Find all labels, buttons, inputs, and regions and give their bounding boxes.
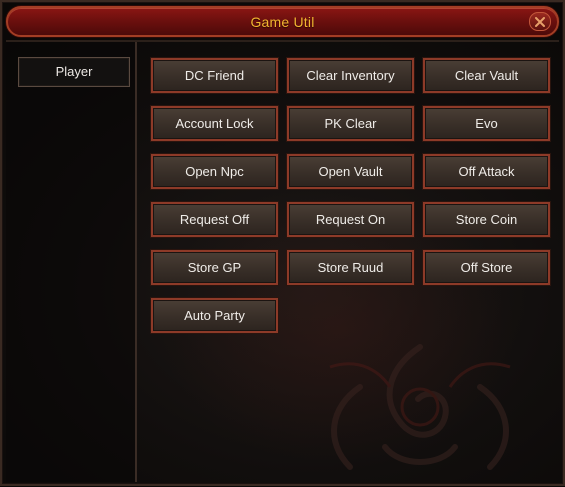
open-npc-button[interactable]: Open Npc (150, 153, 279, 190)
open-vault-button[interactable]: Open Vault (286, 153, 415, 190)
title-bar[interactable]: Game Util (6, 6, 559, 37)
off-attack-button[interactable]: Off Attack (422, 153, 551, 190)
sidebar-item-player[interactable]: Player (18, 57, 130, 87)
clear-inventory-button[interactable]: Clear Inventory (286, 57, 415, 94)
account-lock-button[interactable]: Account Lock (150, 105, 279, 142)
dragon-emblem-watermark (329, 344, 511, 470)
command-button-grid: DC Friend Clear Inventory Clear Vault Ac… (140, 42, 559, 482)
close-x-icon (535, 16, 545, 27)
clear-vault-button[interactable]: Clear Vault (422, 57, 551, 94)
dc-friend-button[interactable]: DC Friend (150, 57, 279, 94)
evo-button[interactable]: Evo (422, 105, 551, 142)
request-off-button[interactable]: Request Off (150, 201, 279, 238)
request-on-button[interactable]: Request On (286, 201, 415, 238)
auto-party-button[interactable]: Auto Party (150, 297, 279, 334)
store-coin-button[interactable]: Store Coin (422, 201, 551, 238)
store-gp-button[interactable]: Store GP (150, 249, 279, 286)
off-store-button[interactable]: Off Store (422, 249, 551, 286)
store-ruud-button[interactable]: Store Ruud (286, 249, 415, 286)
pk-clear-button[interactable]: PK Clear (286, 105, 415, 142)
close-button[interactable] (529, 12, 551, 31)
window-title: Game Util (250, 14, 315, 30)
sidebar: Player (6, 42, 137, 482)
game-util-window: Game Util Player DC Friend Clear Invento… (0, 0, 565, 486)
